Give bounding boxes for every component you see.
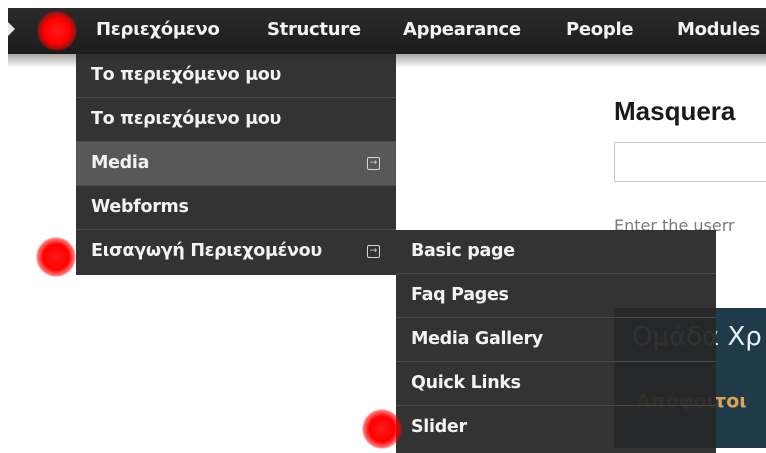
toolbar-item-appearance[interactable]: Appearance [403, 8, 521, 54]
menu-item-webforms[interactable]: Webforms [76, 186, 396, 230]
toolbar-item-structure[interactable]: Structure [267, 8, 361, 54]
menu-item-faq-pages[interactable]: Faq Pages [396, 274, 716, 318]
menu-item-my-content[interactable]: Το περιεχόμενο μου [76, 54, 396, 98]
admin-toolbar: Περιεχόμενο Structure Appearance People … [8, 8, 766, 54]
content-dropdown-menu: Το περιεχόμενο μου Το περιεχόμενο μου Me… [76, 54, 396, 275]
menu-item-quick-links[interactable]: Quick Links [396, 362, 716, 406]
menu-item-my-content-2[interactable]: Το περιεχόμενο μου [76, 98, 396, 142]
add-content-submenu: Basic page Faq Pages Media Gallery Quick… [396, 230, 716, 453]
toolbar-item-people[interactable]: People [566, 8, 634, 54]
menu-item-label: Webforms [91, 197, 189, 217]
home-icon[interactable] [8, 22, 15, 36]
submenu-arrow-icon: → [367, 157, 380, 170]
menu-item-slider[interactable]: Slider [396, 406, 716, 450]
menu-item-label: Slider [411, 417, 467, 437]
click-marker [362, 409, 402, 449]
click-marker [36, 237, 76, 277]
menu-item-label: Το περιεχόμενο μου [91, 109, 282, 129]
menu-item-label: Media [91, 153, 150, 173]
menu-item-label: Quick Links [411, 373, 521, 393]
menu-item-add-content[interactable]: Εισαγωγή Περιεχομένου → [76, 230, 396, 274]
menu-item-label: Basic page [411, 241, 515, 261]
page-title: Masquera [614, 96, 736, 126]
toolbar-item-modules[interactable]: Modules [677, 8, 760, 54]
menu-item-media-gallery[interactable]: Media Gallery [396, 318, 716, 362]
submenu-arrow-icon: → [367, 245, 380, 258]
menu-item-basic-page[interactable]: Basic page [396, 230, 716, 274]
menu-item-label: Media Gallery [411, 329, 543, 349]
menu-item-label: Εισαγωγή Περιεχομένου [91, 241, 322, 261]
menu-item-label: Faq Pages [411, 285, 509, 305]
menu-item-media[interactable]: Media → [76, 142, 396, 186]
menu-item-label: Το περιεχόμενο μου [91, 65, 282, 85]
browser-viewport: Περιεχόμενο Structure Appearance People … [8, 8, 766, 453]
click-marker [37, 11, 77, 51]
toolbar-item-content[interactable]: Περιεχόμενο [96, 8, 220, 54]
masquerade-username-input[interactable] [614, 142, 766, 182]
